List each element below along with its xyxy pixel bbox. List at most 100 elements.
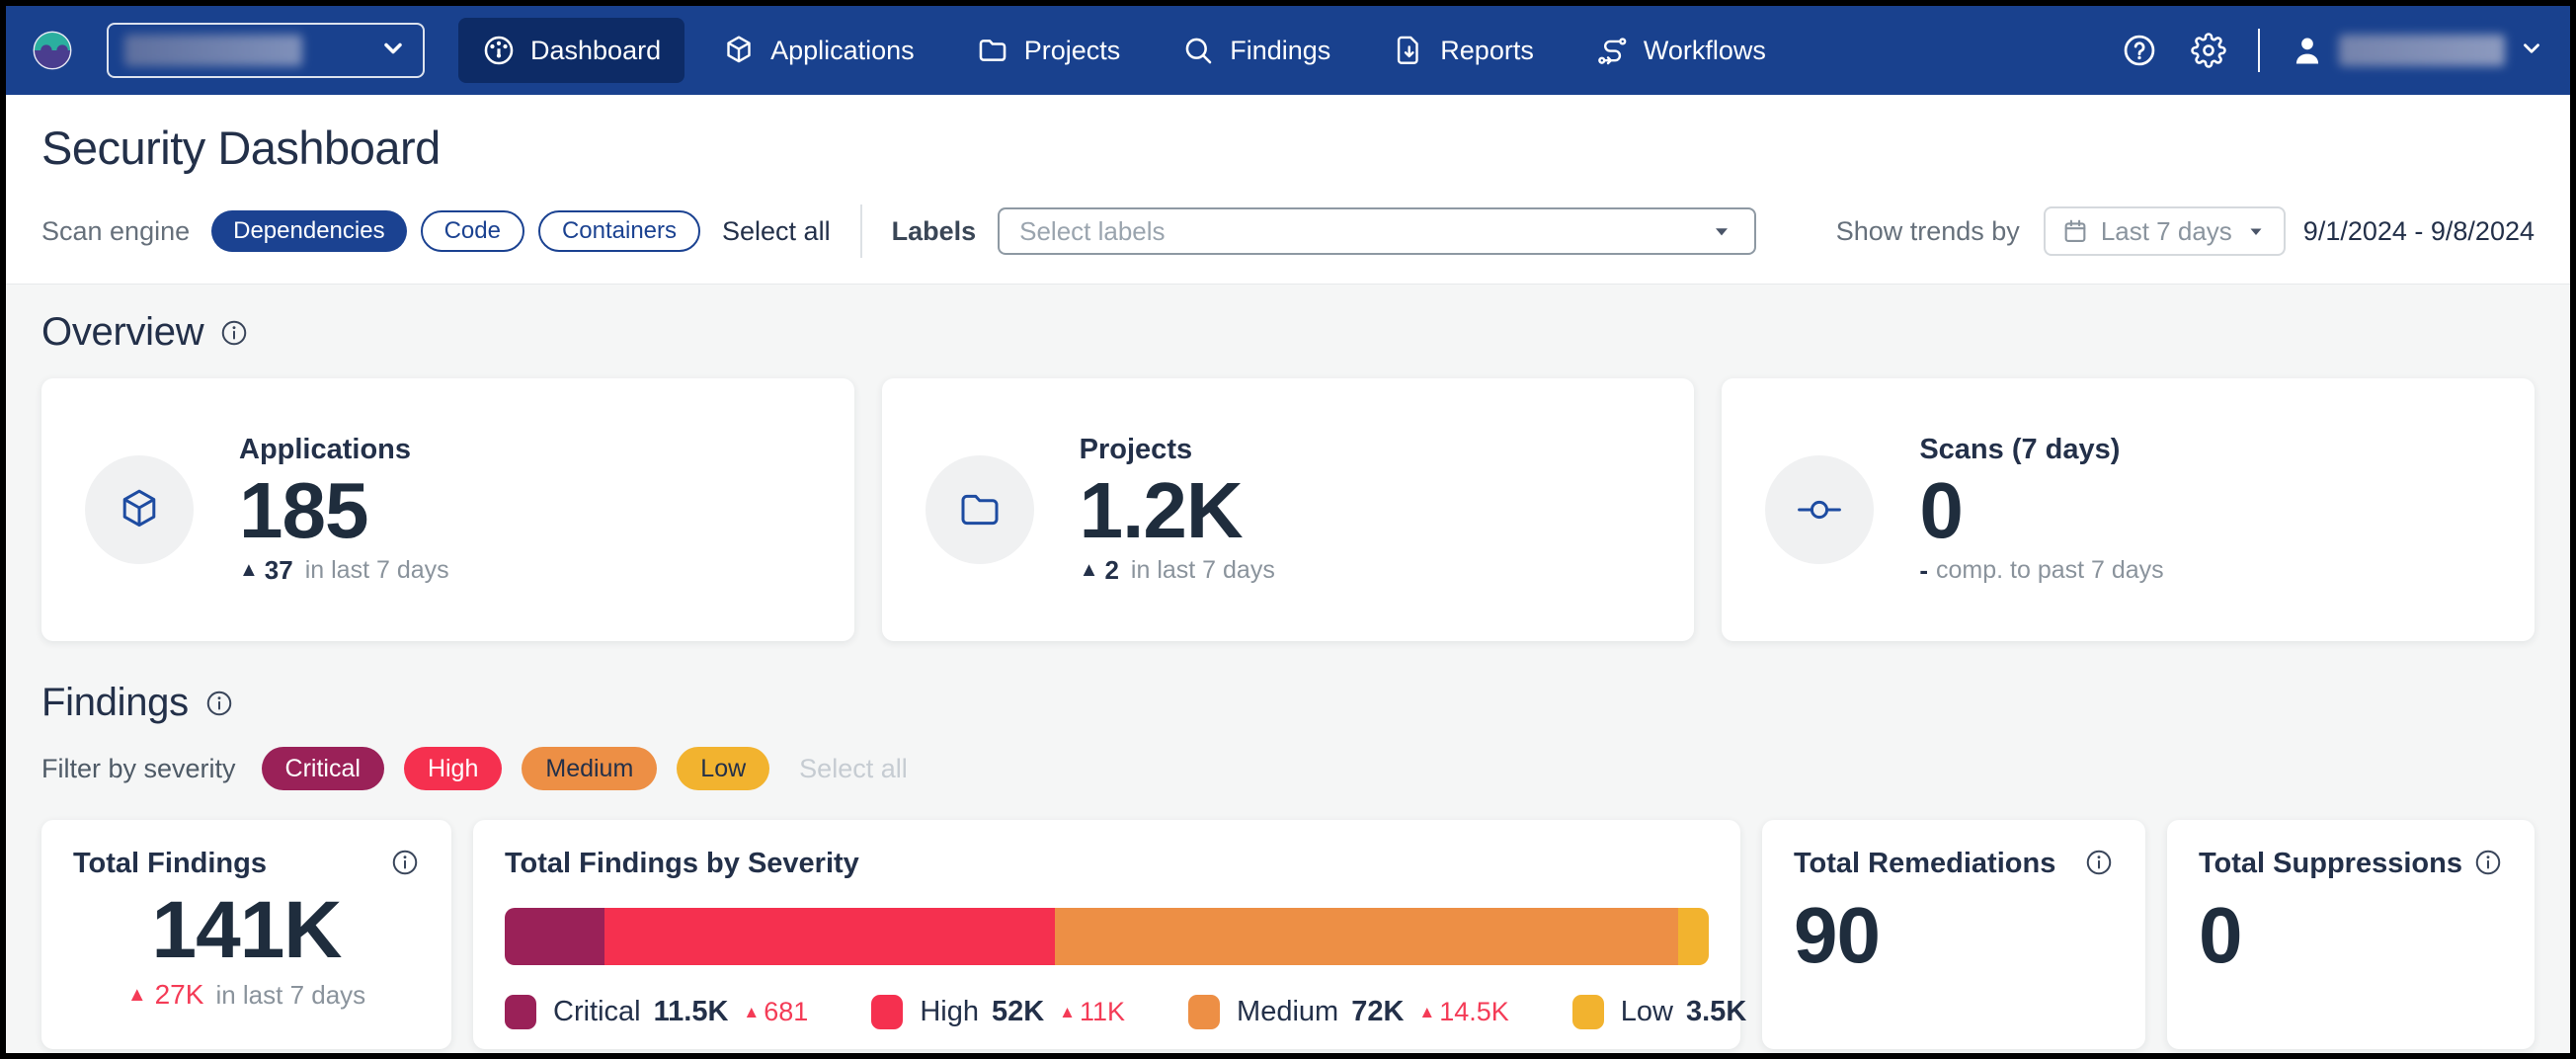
bar-segment-medium — [1055, 908, 1678, 965]
info-icon[interactable] — [390, 848, 420, 877]
legend-swatch — [1572, 995, 1604, 1029]
findings-section: Findings Filter by severity Critical Hig… — [41, 681, 2535, 1049]
dashboard-body: Overview Applications 185 ▲ — [6, 285, 2570, 1053]
legend-value: 3.5K — [1686, 996, 1746, 1028]
projects-icon-circle — [926, 455, 1034, 564]
folder-icon — [976, 34, 1009, 67]
chevron-down-icon — [379, 35, 407, 67]
top-navigation-bar: Dashboard Applications Projects — [6, 6, 2570, 95]
labels-select[interactable]: Select labels — [998, 207, 1756, 255]
card-trend: - comp. to past 7 days — [1919, 555, 2163, 586]
trend-value: 37 — [265, 555, 293, 586]
info-icon[interactable] — [2084, 848, 2114, 877]
trend-up-icon: ▲ — [239, 560, 259, 580]
scan-engine-label: Scan engine — [41, 216, 190, 247]
chevron-down-icon — [2519, 36, 2544, 66]
card-trend: ▲ 37 in last 7 days — [239, 555, 449, 586]
bar-segment-low — [1678, 908, 1709, 965]
severity-select-all[interactable]: Select all — [799, 754, 908, 784]
overview-cards: Applications 185 ▲ 37 in last 7 days — [41, 378, 2535, 641]
search-icon — [1181, 34, 1215, 67]
filter-by-severity-label: Filter by severity — [41, 754, 236, 784]
findings-title: Findings — [41, 681, 189, 725]
cube-icon — [116, 486, 163, 533]
findings-by-severity-card: Total Findings by Severity Critical 11.5… — [473, 820, 1740, 1049]
help-icon — [2122, 33, 2157, 68]
trend-up-icon: ▲ — [1059, 1004, 1076, 1020]
scan-engine-pill-code[interactable]: Code — [421, 210, 524, 252]
legend-value: 52K — [992, 996, 1044, 1028]
settings-button[interactable] — [2189, 31, 2228, 70]
overview-section-head: Overview — [41, 310, 2535, 355]
severity-legend: Critical 11.5K ▲ 681 High 52K ▲ 11K — [505, 995, 1709, 1029]
legend-name: Low — [1621, 996, 1673, 1028]
main-navigation: Dashboard Applications Projects — [458, 18, 1790, 83]
app-window: Dashboard Applications Projects — [6, 6, 2570, 1053]
calendar-icon — [2061, 217, 2089, 245]
trends-group: Show trends by Last 7 days 9/1/2024 - 9/… — [1836, 206, 2535, 256]
severity-pill-medium[interactable]: Medium — [522, 747, 657, 790]
dropdown-caret-icon — [1709, 218, 1734, 244]
nav-item-dashboard[interactable]: Dashboard — [458, 18, 684, 83]
card-title: Scans (7 days) — [1919, 434, 2163, 466]
trend-suffix: in last 7 days — [215, 980, 365, 1011]
show-trends-by-label: Show trends by — [1836, 216, 2020, 247]
scan-engine-select-all[interactable]: Select all — [722, 216, 831, 247]
trend-value: 27K — [155, 979, 204, 1011]
legend-value: 72K — [1351, 996, 1404, 1028]
trends-range-value: Last 7 days — [2101, 216, 2232, 247]
legend-item-medium: Medium 72K ▲ 14.5K — [1188, 995, 1509, 1029]
trends-range-select[interactable]: Last 7 days — [2044, 206, 2286, 256]
user-menu[interactable] — [2290, 33, 2544, 68]
nav-item-findings[interactable]: Findings — [1158, 18, 1354, 83]
overview-title: Overview — [41, 310, 203, 355]
total-suppressions-card: Total Suppressions 0 — [2167, 820, 2535, 1049]
labels-placeholder: Select labels — [1019, 216, 1165, 247]
nav-item-workflows[interactable]: Workflows — [1571, 18, 1790, 83]
trend-up-icon: ▲ — [743, 1004, 760, 1020]
bar-segment-high — [604, 908, 1055, 965]
legend-name: Critical — [553, 996, 641, 1028]
nav-item-applications[interactable]: Applications — [698, 18, 938, 83]
gear-icon — [2191, 33, 2226, 68]
nav-divider — [2258, 29, 2260, 72]
trend-up-icon: ▲ — [1080, 560, 1099, 580]
legend-delta: 11K — [1080, 997, 1125, 1027]
info-icon[interactable] — [219, 318, 249, 348]
total-suppressions-value: 0 — [2199, 892, 2503, 979]
legend-swatch — [1188, 995, 1220, 1029]
card-value: 0 — [1919, 466, 2163, 555]
card-title: Projects — [1080, 434, 1275, 466]
severity-pill-high[interactable]: High — [404, 747, 502, 790]
card-title: Total Suppressions — [2199, 848, 2462, 880]
legend-delta: 14.5K — [1439, 997, 1509, 1027]
trend-value: - — [1919, 555, 1928, 586]
info-icon[interactable] — [204, 689, 234, 718]
nav-item-label: Findings — [1230, 36, 1330, 66]
dropdown-caret-icon — [2244, 219, 2268, 243]
nav-item-label: Reports — [1440, 36, 1534, 66]
severity-pill-low[interactable]: Low — [677, 747, 769, 790]
scan-engine-pill-dependencies[interactable]: Dependencies — [211, 210, 406, 252]
card-trend: ▲ 2 in last 7 days — [1080, 555, 1275, 586]
nav-item-reports[interactable]: Reports — [1368, 18, 1558, 83]
scans-card: Scans (7 days) 0 - comp. to past 7 days — [1722, 378, 2535, 641]
bar-segment-critical — [505, 908, 604, 965]
severity-pill-critical[interactable]: Critical — [262, 747, 384, 790]
total-findings-card: Total Findings 141K ▲ 27K in last 7 da — [41, 820, 451, 1049]
labels-label: Labels — [892, 216, 977, 247]
organization-selector[interactable] — [107, 23, 425, 78]
nav-item-projects[interactable]: Projects — [952, 18, 1145, 83]
severity-filter-row: Filter by severity Critical High Medium … — [41, 747, 2535, 790]
organization-name-redacted — [124, 35, 302, 66]
trend-up-icon: ▲ — [127, 985, 147, 1005]
username-redacted — [2339, 35, 2505, 66]
nav-item-label: Workflows — [1644, 36, 1766, 66]
info-icon[interactable] — [2473, 848, 2503, 877]
page-title: Security Dashboard — [41, 121, 2535, 175]
trend-suffix: comp. to past 7 days — [1936, 556, 2164, 585]
help-button[interactable] — [2120, 31, 2159, 70]
folder-icon — [956, 486, 1004, 533]
scan-engine-pill-containers[interactable]: Containers — [538, 210, 700, 252]
legend-swatch — [505, 995, 536, 1029]
